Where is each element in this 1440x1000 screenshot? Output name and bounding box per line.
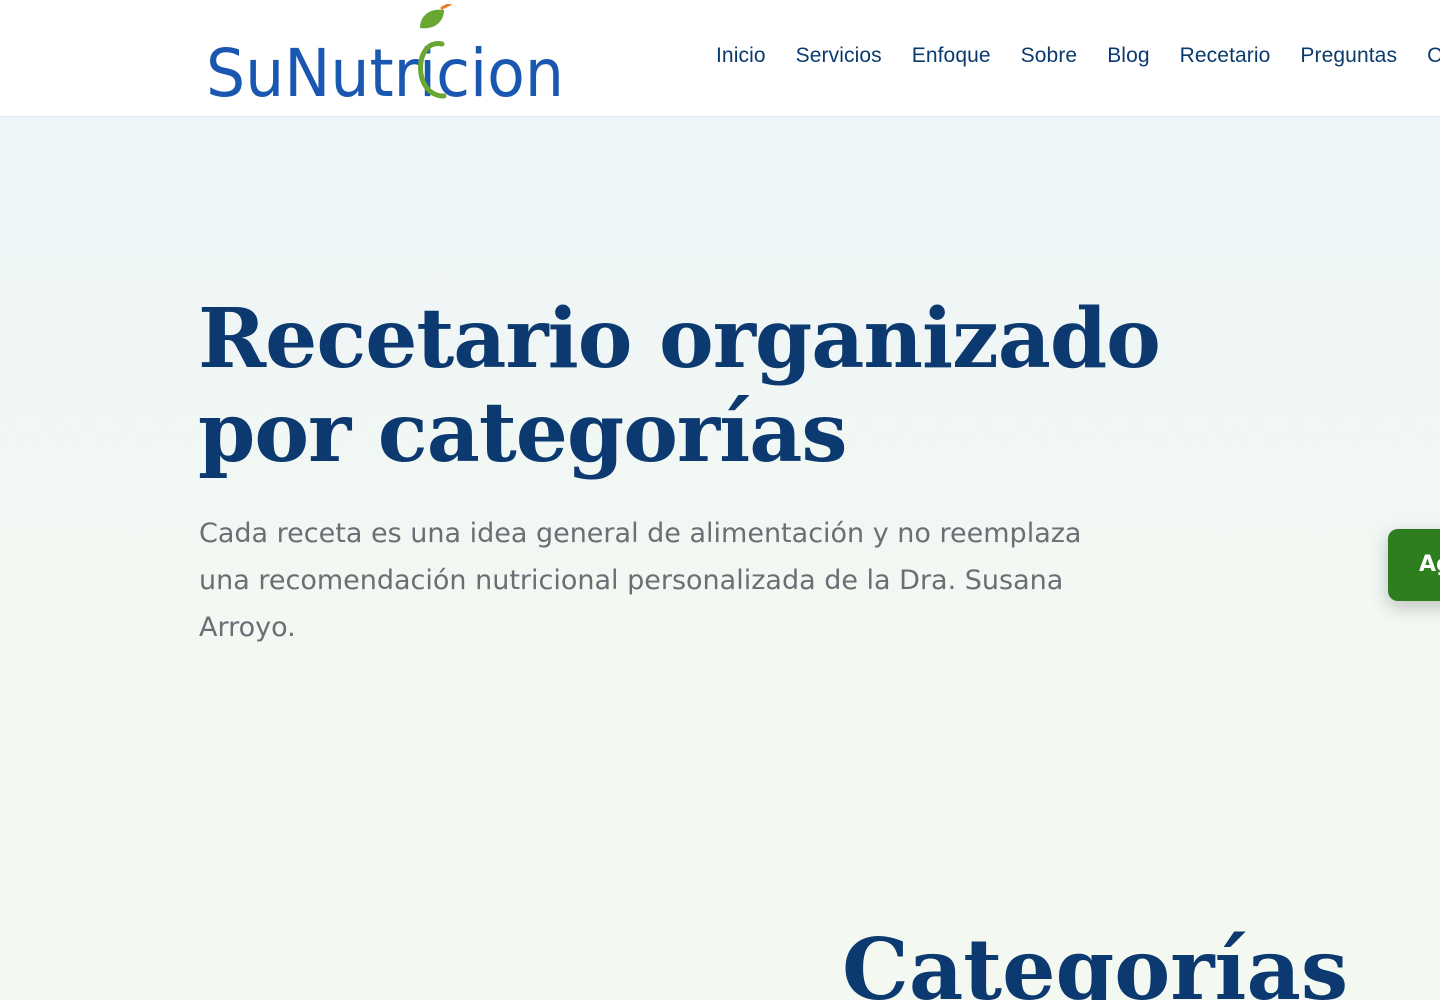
nav-blog[interactable]: Blog [1107,44,1149,68]
hero-title-line-1: Recetario organizado [198,291,1161,387]
hero-subtitle: Cada receta es una idea general de alime… [199,518,1082,643]
stem-icon [440,4,452,10]
nav-sobre[interactable]: Sobre [1021,44,1078,68]
leaf-icon [420,9,444,29]
nav-enfoque[interactable]: Enfoque [912,44,991,68]
categories-heading: Categorías [842,920,1349,1000]
nav-inicio[interactable]: Inicio [716,44,766,68]
sunutricion-logo[interactable]: SuNutricion [206,4,568,104]
nav-servicios[interactable]: Servicios [796,44,882,68]
nav-preguntas[interactable]: Preguntas [1300,44,1397,68]
agendar-button[interactable]: Ag [1388,529,1440,601]
hero-title: Recetario organizado por categorías [198,292,1298,480]
main-navigation: Inicio Servicios Enfoque Sobre Blog Rece… [716,44,1440,68]
nav-recetario[interactable]: Recetario [1180,44,1271,68]
nav-contacto[interactable]: C [1427,44,1440,68]
logo-text: SuNutricion [206,35,564,104]
hero-title-line-2: por categorías [198,385,848,481]
site-header: SuNutricion Inicio Servicios Enfoque Sob… [0,0,1440,117]
